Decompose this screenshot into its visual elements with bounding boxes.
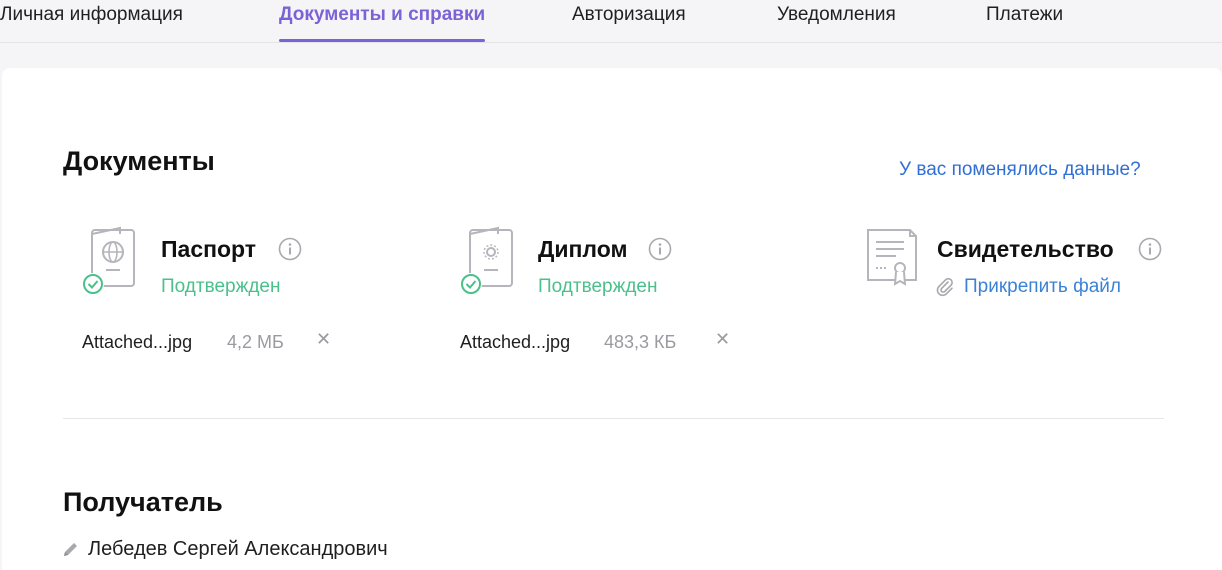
paperclip-icon: [936, 277, 953, 297]
data-changed-link[interactable]: У вас поменялись данные?: [899, 159, 1141, 181]
tab-payments[interactable]: Платежи: [986, 4, 1063, 42]
passport-icon: [82, 226, 135, 295]
diploma-status: Подтвержден: [538, 276, 658, 297]
diploma-icon: [460, 226, 513, 295]
certificate-info-icon[interactable]: [1138, 237, 1162, 261]
passport-title: Паспорт: [161, 236, 257, 262]
tab-personal-info[interactable]: Личная информация: [0, 4, 183, 42]
section-divider: [63, 418, 1164, 419]
certificate-title: Свидетельство: [937, 236, 1114, 262]
passport-file-size: 4,2 МБ: [227, 332, 284, 352]
tab-authorization[interactable]: Авторизация: [572, 4, 686, 42]
diploma-info-icon[interactable]: [648, 237, 672, 261]
tab-bar: Личная информация Документы и справки Ав…: [0, 0, 1222, 43]
passport-status: Подтвержден: [161, 276, 281, 297]
documents-title: Документы: [63, 146, 215, 176]
attach-file-link[interactable]: Прикрепить файл: [964, 276, 1121, 298]
documents-card: Документы У вас поменялись данные? Паспо…: [2, 68, 1222, 570]
passport-info-icon[interactable]: [278, 237, 302, 261]
passport-remove-icon[interactable]: ✕: [316, 330, 331, 348]
certificate-icon: [867, 229, 917, 286]
tab-notifications[interactable]: Уведомления: [777, 4, 896, 42]
pencil-icon[interactable]: [62, 540, 80, 558]
diploma-file-name[interactable]: Attached...jpg: [460, 332, 570, 353]
tab-documents[interactable]: Документы и справки: [279, 4, 486, 42]
passport-file-name[interactable]: Attached...jpg: [82, 332, 192, 353]
recipient-name: Лебедев Сергей Александрович: [88, 538, 388, 560]
recipient-title: Получатель: [63, 487, 223, 517]
diploma-remove-icon[interactable]: ✕: [715, 330, 730, 348]
diploma-file-size: 483,3 КБ: [604, 332, 677, 352]
diploma-title: Диплом: [538, 236, 628, 262]
